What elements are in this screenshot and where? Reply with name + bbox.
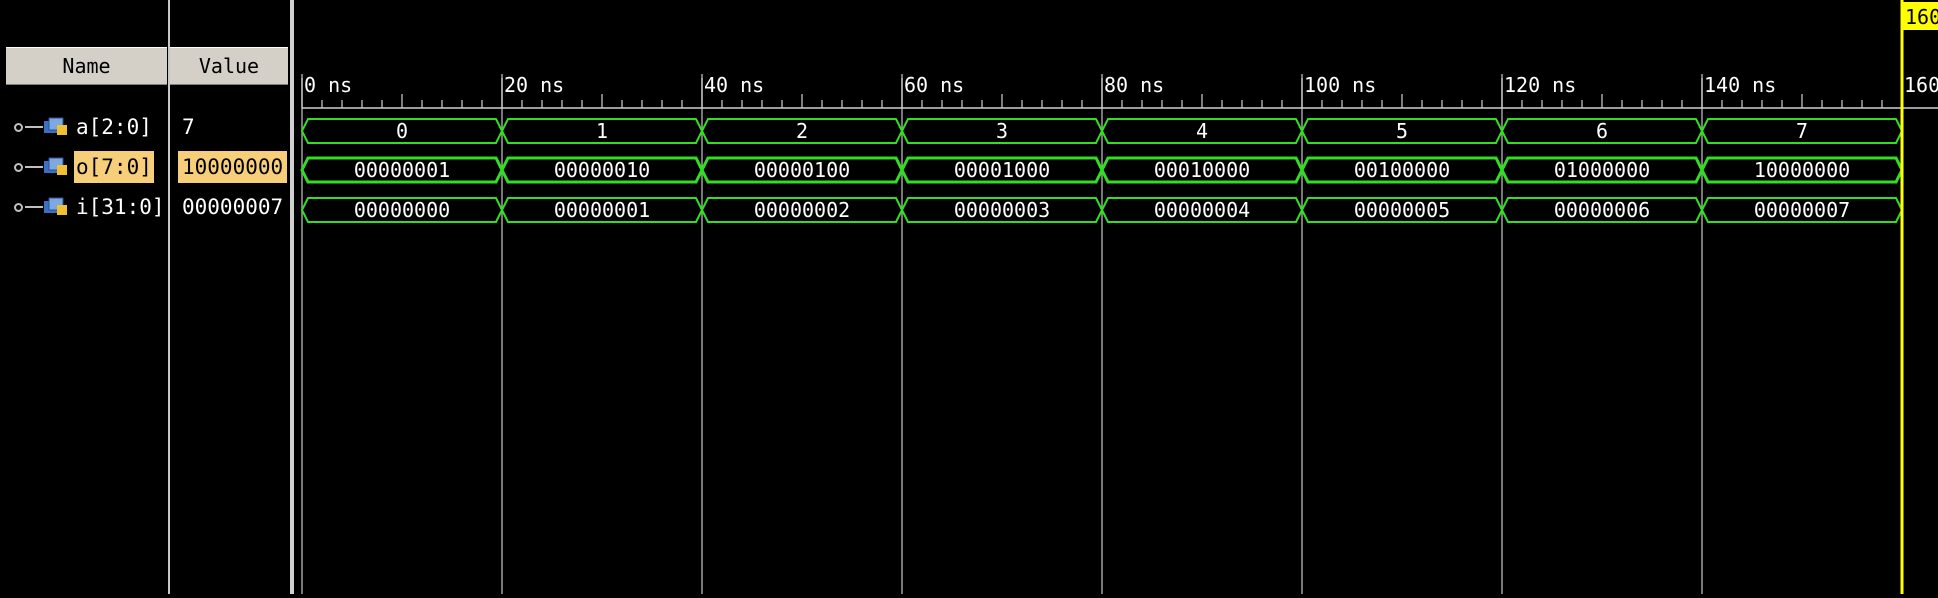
ruler-label: 160 <box>1904 73 1938 97</box>
bus-value-label: 3 <box>996 119 1008 143</box>
signal-name[interactable]: i[31:0] <box>74 191 167 223</box>
signal-value: 00000007 <box>182 195 284 219</box>
bus-value-label: 00000006 <box>1554 198 1650 222</box>
bus-value-label: 4 <box>1196 119 1208 143</box>
bus-value-label: 00000001 <box>354 158 450 182</box>
bus-value-label: 00010000 <box>1154 158 1250 182</box>
ruler-label: 60 ns <box>904 73 964 97</box>
bus-value-label: 00000000 <box>354 198 450 222</box>
bus-value-label: 00000003 <box>954 198 1050 222</box>
signal-name[interactable]: o[7:0] <box>74 151 154 183</box>
bus-value-label: 7 <box>1796 119 1808 143</box>
waveform-viewer[interactable]: 0 ns 20 ns 40 ns 60 ns 80 ns 100 ns 120 ns 140 … <box>298 0 1938 594</box>
signal-value: 10000000 <box>178 151 288 183</box>
panel-splitter[interactable] <box>290 0 294 594</box>
bus-value-label: 00001000 <box>954 158 1050 182</box>
bus-signal-icon <box>44 157 67 175</box>
bus-value-label: 00100000 <box>1354 158 1450 182</box>
signal-row-i[interactable]: i[31:0] 00000007 <box>0 187 290 227</box>
bus-value-label: 00000007 <box>1754 198 1850 222</box>
name-column-header[interactable]: Name <box>6 47 167 85</box>
ruler-label: 20 ns <box>504 73 564 97</box>
bus-value-label: 5 <box>1396 119 1408 143</box>
bus-value-label: 2 <box>796 119 808 143</box>
expand-icon[interactable] <box>14 123 23 132</box>
bus-value-label: 00000001 <box>554 198 650 222</box>
ruler-label: 140 ns <box>1704 73 1776 97</box>
ruler-label: 80 ns <box>1104 73 1164 97</box>
waveform-canvas[interactable]: 0 ns 20 ns 40 ns 60 ns 80 ns 100 ns 120 ns 140 … <box>298 0 1938 594</box>
bus-value-label: 6 <box>1596 119 1608 143</box>
ruler-label: 40 ns <box>704 73 764 97</box>
bus-value-label: 00000004 <box>1154 198 1250 222</box>
expand-icon[interactable] <box>14 203 23 212</box>
bus-value-label: 10000000 <box>1754 158 1850 182</box>
bus-value-label: 00000010 <box>554 158 650 182</box>
signal-name[interactable]: a[2:0] <box>74 111 154 143</box>
ruler-label: 120 ns <box>1504 73 1576 97</box>
expand-icon[interactable] <box>14 163 23 172</box>
value-column-header[interactable]: Value <box>170 47 288 85</box>
signal-value: 7 <box>182 115 195 139</box>
ruler-label: 100 ns <box>1304 73 1376 97</box>
bus-signal-icon <box>44 197 67 215</box>
ruler-label: 0 ns <box>304 73 352 97</box>
signal-list-panel: Name Value a[2:0] 7 o[7:0] 10000000 i[31… <box>0 0 290 594</box>
bus-value-label: 00000005 <box>1354 198 1450 222</box>
bus-value-label: 00000100 <box>754 158 850 182</box>
signal-row-a[interactable]: a[2:0] 7 <box>0 107 290 147</box>
cursor-time-label: 160 <box>1905 5 1938 29</box>
bus-signal-icon <box>44 117 67 135</box>
signal-row-o[interactable]: o[7:0] 10000000 <box>0 147 290 187</box>
bus-value-label: 00000002 <box>754 198 850 222</box>
column-divider[interactable] <box>168 0 170 594</box>
bus-value-label: 01000000 <box>1554 158 1650 182</box>
bus-value-label: 0 <box>396 119 408 143</box>
bus-value-label: 1 <box>596 119 608 143</box>
